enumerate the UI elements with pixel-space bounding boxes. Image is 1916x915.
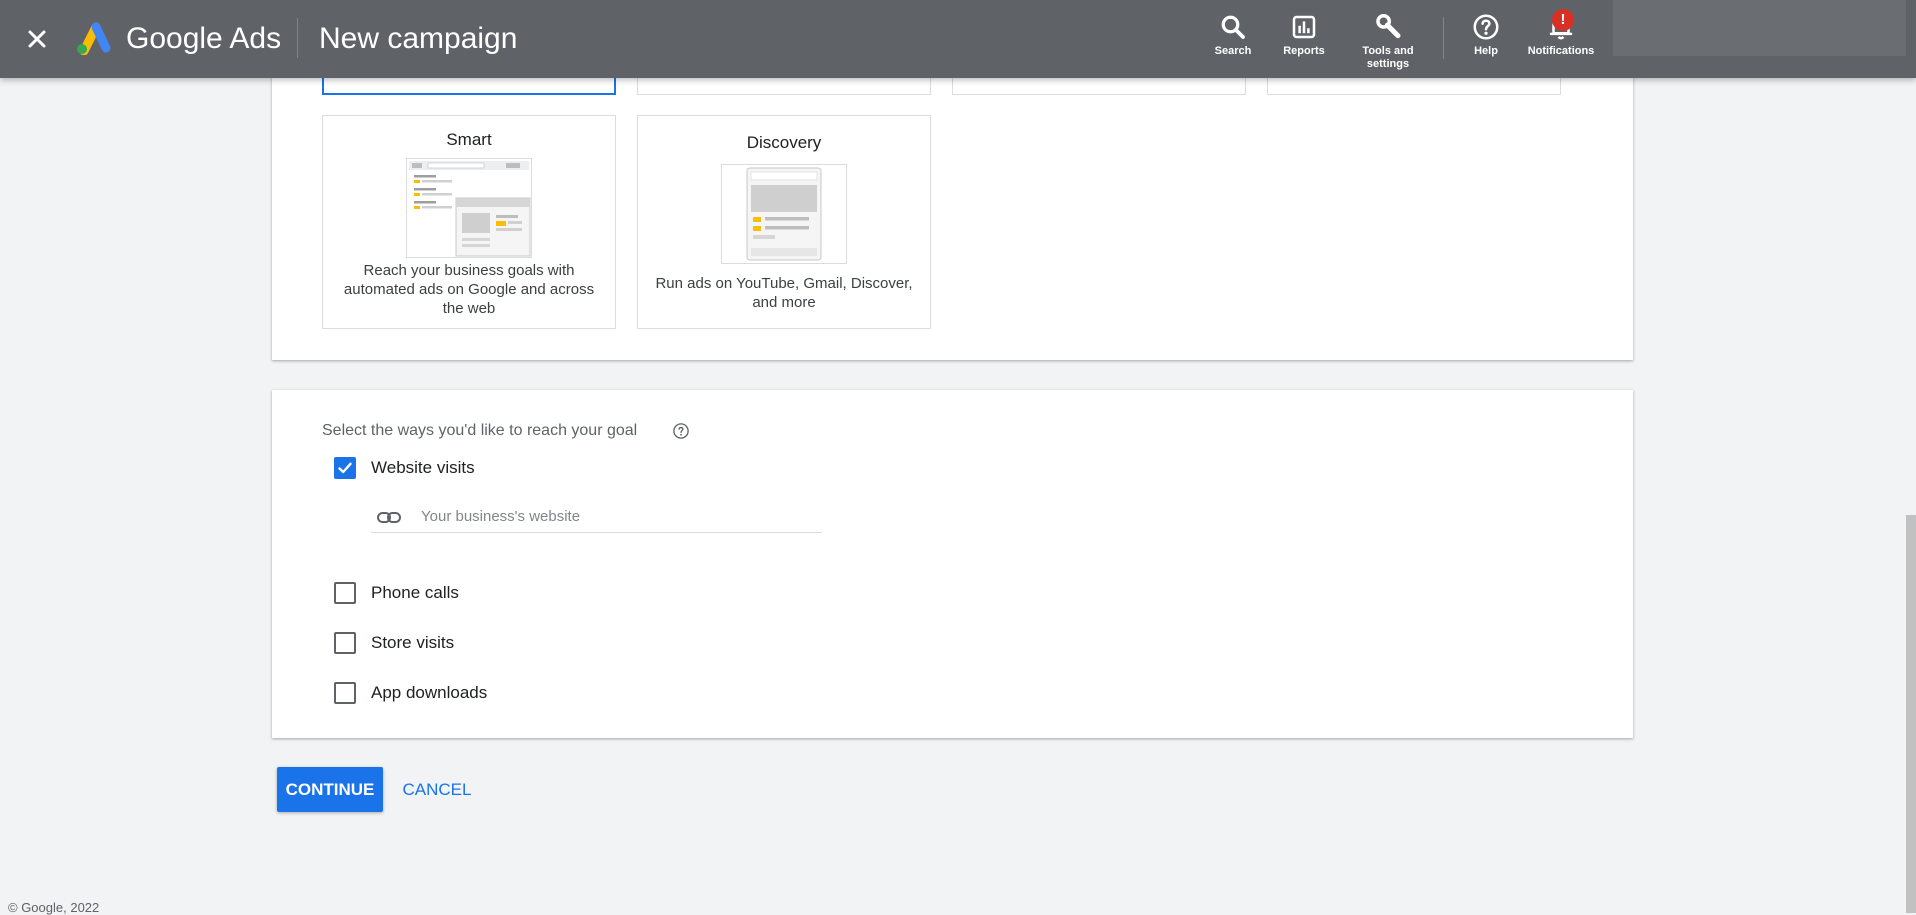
cancel-button[interactable]: CANCEL [393, 767, 481, 812]
checkbox-app-downloads[interactable]: App downloads [334, 681, 487, 705]
website-url-input[interactable] [421, 503, 811, 529]
nav-divider [1443, 17, 1444, 59]
smart-campaign-illustration [406, 158, 532, 258]
help-icon [1473, 14, 1499, 40]
nav-reports[interactable]: Reports [1276, 12, 1332, 74]
website-url-field [371, 503, 822, 533]
campaign-type-description: Run ads on YouTube, Gmail, Discover, and… [655, 275, 913, 311]
close-icon [28, 30, 46, 48]
nav-tools-settings-label: Tools and settings [1362, 45, 1414, 70]
scrollbar-thumb[interactable] [1906, 515, 1916, 913]
checkbox-label: Store visits [371, 633, 455, 652]
page-title: New campaign [319, 22, 518, 55]
nav-search[interactable]: Search [1208, 12, 1258, 74]
reach-goal-label: Select the ways you'd like to reach your… [322, 422, 638, 439]
checkbox-box[interactable] [334, 582, 356, 604]
campaign-type-title: Discovery [746, 133, 822, 152]
nav-notifications[interactable]: ! Notifications [1527, 9, 1595, 74]
discovery-campaign-illustration [721, 164, 847, 264]
nav-notifications-label: Notifications [1527, 45, 1595, 57]
nav-help-label: Help [1474, 45, 1498, 57]
checkmark-icon [338, 462, 352, 474]
google-ads-logo [77, 22, 111, 55]
nav-reports-label: Reports [1283, 45, 1325, 57]
nav-tools-settings[interactable]: Tools and settings [1352, 12, 1424, 74]
link-icon [377, 512, 401, 523]
top-bar: Google Ads New campaign Search Reports T… [0, 0, 1916, 78]
campaign-type-discovery[interactable]: Discovery Run ads on YouTube, Gmail, Dis… [637, 115, 931, 329]
campaign-type-title: Smart [446, 130, 492, 149]
title-divider [297, 18, 298, 58]
nav-search-label: Search [1214, 45, 1252, 57]
nav-help[interactable]: Help [1461, 12, 1511, 74]
campaign-type-description: Reach your business goals with automated… [343, 262, 595, 317]
brand-name: Google Ads [126, 22, 282, 55]
notification-badge: ! [1552, 9, 1574, 31]
checkbox-label: Website visits [371, 458, 475, 477]
campaign-type-smart[interactable]: Smart Reach your business goals with aut… [322, 115, 616, 329]
checkbox-box[interactable] [334, 682, 356, 704]
checkbox-box[interactable] [334, 457, 356, 479]
close-button[interactable] [18, 20, 56, 58]
reach-goal-card: Select the ways you'd like to reach your… [272, 390, 1633, 738]
checkbox-store-visits[interactable]: Store visits [334, 631, 454, 655]
continue-button[interactable]: CONTINUE [277, 767, 383, 812]
checkbox-label: App downloads [371, 683, 488, 702]
search-icon [1221, 15, 1245, 39]
checkbox-website-visits[interactable]: Website visits [334, 456, 475, 480]
checkbox-box[interactable] [334, 632, 356, 654]
checkbox-phone-calls[interactable]: Phone calls [334, 581, 459, 605]
reports-icon [1292, 15, 1316, 39]
checkbox-label: Phone calls [371, 583, 459, 602]
wrench-icon [1376, 14, 1401, 39]
help-circle-icon[interactable] [672, 422, 690, 440]
account-area[interactable] [1613, 0, 1906, 56]
